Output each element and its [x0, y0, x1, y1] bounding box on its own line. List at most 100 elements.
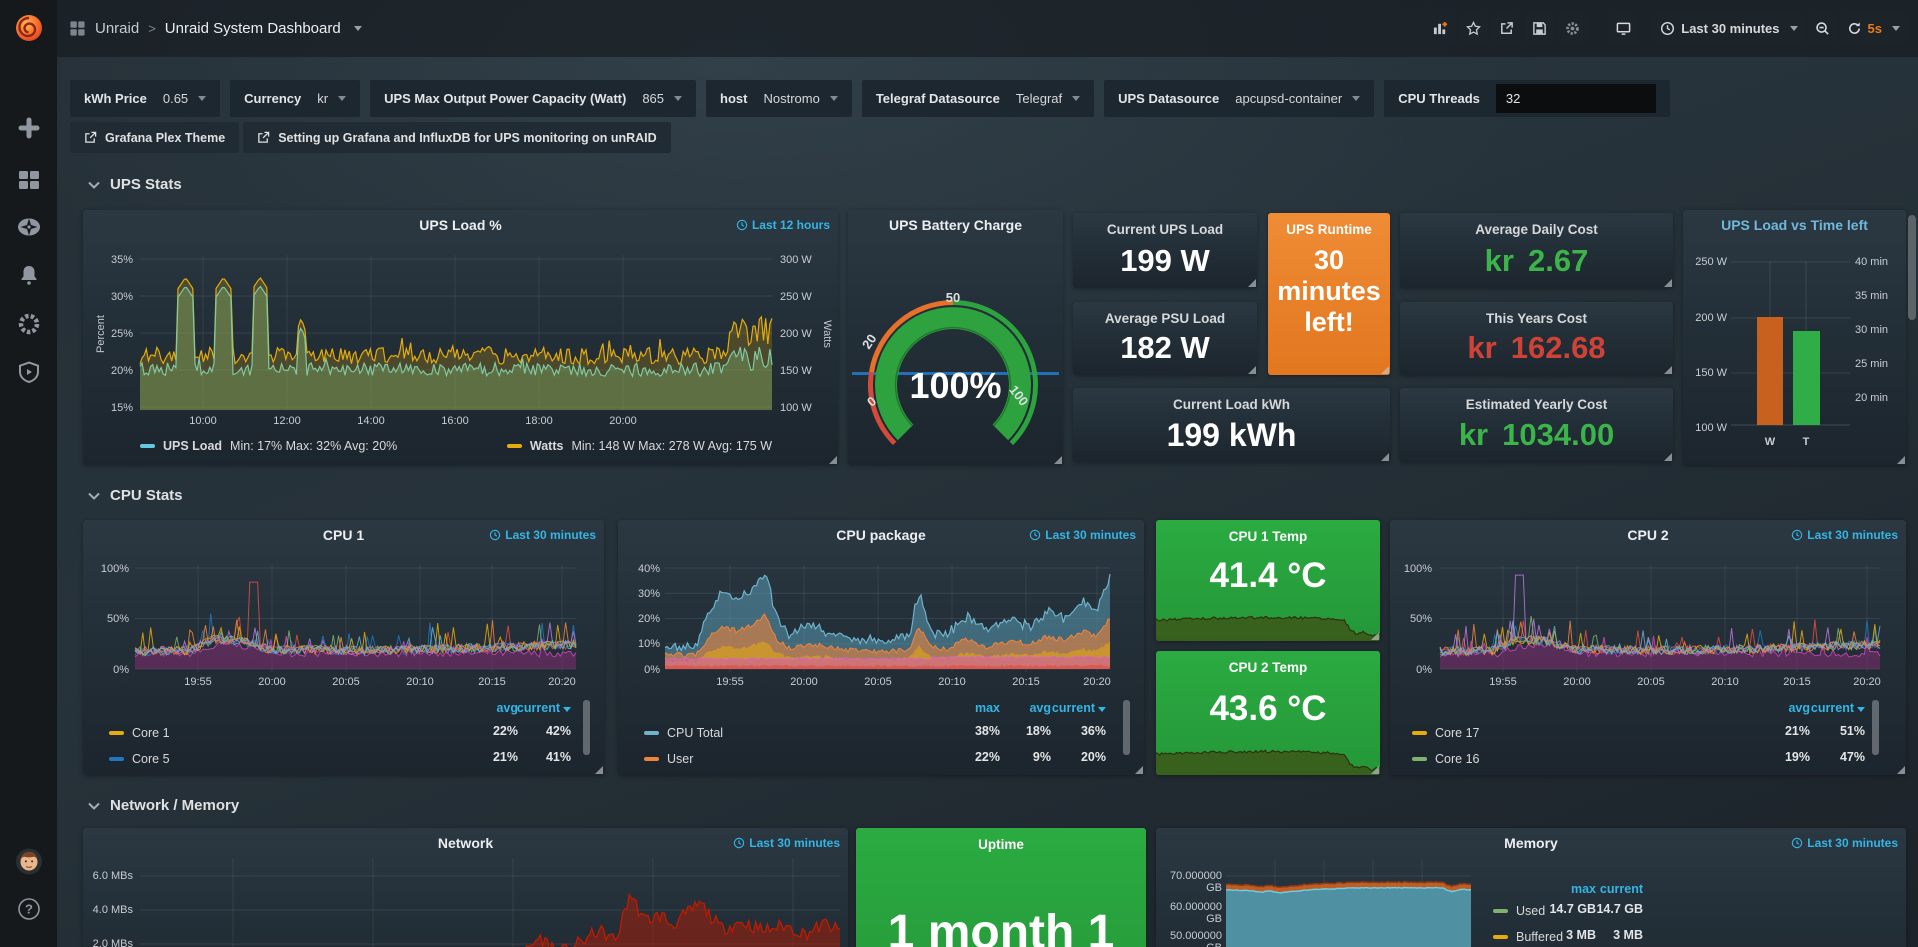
axis-tick: 20:00 — [598, 415, 648, 427]
panel-title[interactable]: Uptime — [862, 837, 1140, 852]
axis-tick: 20:05 — [324, 676, 368, 688]
panel-title[interactable]: Average Daily Cost — [1406, 222, 1667, 237]
save-button[interactable] — [1525, 14, 1554, 44]
breadcrumb-root[interactable]: Unraid — [95, 20, 139, 37]
legend-item[interactable]: WattsMin: 148 W Max: 278 W Avg: 175 W — [507, 437, 772, 455]
panel-time-range[interactable]: Last 30 minutes — [489, 528, 596, 542]
time-range-picker[interactable]: Last 30 minutes — [1654, 14, 1803, 44]
clock-icon — [736, 219, 748, 231]
panel-cpu-package: CPU package Last 30 minutes 40% 30% 20% … — [618, 520, 1144, 775]
chevron-down-icon — [1072, 96, 1080, 101]
panel-title[interactable]: This Years Cost — [1406, 311, 1667, 326]
clock-icon — [489, 529, 501, 541]
panel-title[interactable]: Estimated Yearly Cost — [1406, 397, 1667, 412]
legend-item[interactable]: Core 5 — [109, 750, 170, 768]
grafana-logo[interactable] — [12, 11, 46, 45]
help-icon[interactable]: ? — [17, 897, 41, 921]
zoom-out-button[interactable] — [1808, 14, 1837, 44]
star-button[interactable] — [1459, 14, 1488, 44]
var-currency[interactable]: Currencykr — [230, 80, 360, 117]
user-avatar[interactable] — [15, 848, 42, 875]
legend-scrollbar[interactable] — [583, 700, 590, 755]
cpu2-temp-sparkline — [1156, 741, 1380, 775]
dashboard-title[interactable]: Unraid System Dashboard — [165, 20, 341, 37]
panel-title[interactable]: UPS Battery Charge — [858, 217, 1053, 233]
panel-title[interactable]: Network — [123, 835, 808, 851]
dashboard-settings-button[interactable] — [1558, 14, 1587, 44]
panel-title[interactable]: Current UPS Load — [1079, 222, 1251, 237]
cpu-threads-input[interactable] — [1496, 84, 1656, 113]
legend-item[interactable]: CPU Total — [644, 724, 723, 742]
legend-value: 42% — [491, 724, 571, 738]
panel-ups-battery-charge: UPS Battery Charge 0 20 50 100 100% — [848, 210, 1063, 465]
add-panel-button[interactable] — [1426, 14, 1455, 44]
panel-time-range[interactable]: Last 30 minutes — [733, 836, 840, 850]
page-scrollbar[interactable] — [1908, 215, 1916, 320]
legend-item[interactable]: Core 17 — [1412, 724, 1479, 742]
section-ups-stats[interactable]: UPS Stats — [88, 176, 182, 193]
cpu2-chart — [1440, 565, 1880, 672]
axis-tick: 30% — [93, 291, 133, 303]
legend-scrollbar[interactable] — [1123, 700, 1130, 755]
var-host[interactable]: hostNostromo — [706, 80, 852, 117]
var-ups-max-watt[interactable]: UPS Max Output Power Capacity (Watt)865 — [370, 80, 696, 117]
axis-tick: 6.0 MBs — [89, 870, 133, 882]
legend-header-current[interactable]: current — [1563, 882, 1643, 896]
panel-title[interactable]: CPU 2 Temp — [1162, 660, 1374, 675]
axis-tick: 20:10 — [398, 676, 442, 688]
axis-tick: 0% — [624, 664, 660, 676]
legend-item[interactable]: UPS LoadMin: 17% Max: 32% Avg: 20% — [140, 437, 397, 455]
kiosk-mode-button[interactable] — [1609, 14, 1638, 44]
panel-title[interactable]: UPS Load vs Time left — [1691, 217, 1898, 233]
axis-tick: 4.0 MBs — [89, 904, 133, 916]
chevron-down-icon[interactable] — [354, 26, 362, 31]
axis-tick: 20:10 — [930, 676, 974, 688]
chevron-down-icon — [88, 492, 100, 500]
axis-tick: 20% — [624, 613, 660, 625]
dashboards-icon[interactable] — [17, 168, 41, 192]
configuration-gear-icon[interactable] — [17, 312, 41, 336]
section-network-memory[interactable]: Network / Memory — [88, 797, 239, 814]
panel-title[interactable]: UPS Load % — [123, 217, 798, 233]
stat-value: 43.6 °C — [1156, 689, 1380, 729]
panel-time-range[interactable]: Last 30 minutes — [1791, 836, 1898, 850]
panel-title[interactable]: UPS Runtime — [1274, 222, 1384, 237]
create-plus-icon[interactable] — [17, 116, 41, 140]
axis-tick: 150 W — [780, 365, 826, 377]
panel-time-range[interactable]: Last 30 minutes — [1029, 528, 1136, 542]
panel-time-range[interactable]: Last 12 hours — [736, 218, 830, 232]
legend-header-current[interactable]: current — [1785, 701, 1865, 715]
panel-title[interactable]: Memory — [1196, 835, 1866, 851]
legend-value: 41% — [491, 750, 571, 764]
legend-header-current[interactable]: current — [491, 701, 571, 715]
stat-value: kr1034.00 — [1400, 417, 1673, 453]
var-telegraf-datasource[interactable]: Telegraf DatasourceTelegraf — [862, 80, 1094, 117]
axis-tick: 25% — [93, 328, 133, 340]
var-ups-datasource[interactable]: UPS Datasourceapcupsd-container — [1104, 80, 1374, 117]
panel-title[interactable]: CPU 1 Temp — [1162, 529, 1374, 544]
refresh-button[interactable]: 5s — [1841, 14, 1906, 44]
legend-header-current[interactable]: current — [1026, 701, 1106, 715]
legend-scrollbar[interactable] — [1872, 700, 1879, 755]
apps-grid-icon[interactable] — [69, 20, 86, 37]
panel-time-range[interactable]: Last 30 minutes — [1791, 528, 1898, 542]
axis-tick: 150 W — [1687, 367, 1727, 379]
section-cpu-stats[interactable]: CPU Stats — [88, 487, 183, 504]
server-admin-shield-icon[interactable] — [17, 360, 41, 384]
link-ups-monitoring-guide[interactable]: Setting up Grafana and InfluxDB for UPS … — [243, 122, 670, 153]
legend-swatch — [109, 731, 124, 735]
var-kwh-price[interactable]: kWh Price0.65 — [70, 80, 220, 117]
explore-compass-icon[interactable] — [17, 215, 41, 239]
stat-value: 30 minutes left! — [1268, 245, 1390, 338]
legend-value: 3 MB — [1563, 928, 1643, 942]
panel-title[interactable]: Current Load kWh — [1079, 397, 1384, 412]
link-grafana-plex-theme[interactable]: Grafana Plex Theme — [70, 122, 239, 153]
axis-tick: 100 W — [780, 402, 826, 414]
legend-item[interactable]: Core 16 — [1412, 750, 1479, 768]
share-button[interactable] — [1492, 14, 1521, 44]
panel-title[interactable]: Average PSU Load — [1079, 311, 1251, 326]
legend-item[interactable]: User — [644, 750, 693, 768]
chevron-down-icon — [338, 96, 346, 101]
legend-item[interactable]: Core 1 — [109, 724, 170, 742]
alerting-bell-icon[interactable] — [17, 263, 41, 287]
